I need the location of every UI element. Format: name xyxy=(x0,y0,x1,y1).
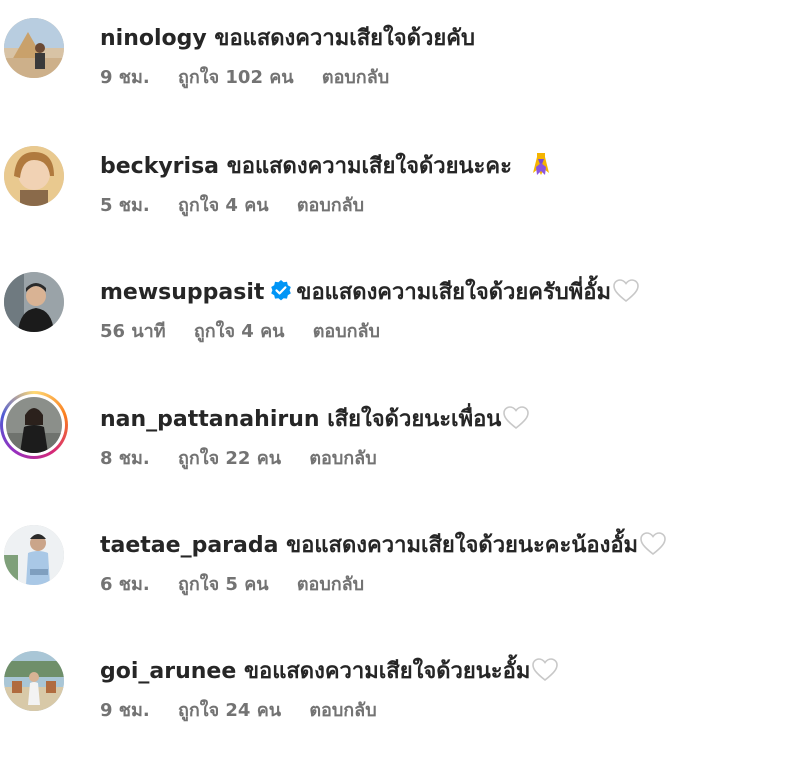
comment-time[interactable]: 8 ชม. xyxy=(100,448,150,469)
comment-item: ninology ขอแสดงความเสียใจด้วยคับ 9 ชม. ถ… xyxy=(0,18,800,132)
comment-list: ninology ขอแสดงความเสียใจด้วยคับ 9 ชม. ถ… xyxy=(0,0,800,736)
ribbon-icon xyxy=(530,153,552,177)
username-link[interactable]: ninology xyxy=(100,26,207,51)
comment-item: taetae_parada ขอแสดงความเสียใจด้วยนะคะน้… xyxy=(0,525,800,639)
username-link[interactable]: nan_pattanahirun xyxy=(100,407,320,432)
comment-text: เสียใจด้วยนะเพื่อน xyxy=(327,407,502,432)
verified-badge-icon xyxy=(270,279,292,301)
comment-meta: 9 ชม. ถูกใจ 102 คน ตอบกลับ xyxy=(100,66,411,90)
reply-button[interactable]: ตอบกลับ xyxy=(297,195,364,216)
comment-item: beckyrisa ขอแสดงความเสียใจด้วยนะคะ 5 ชม.… xyxy=(0,146,800,260)
like-count[interactable]: ถูกใจ 4 คน xyxy=(178,195,269,216)
like-count[interactable]: ถูกใจ 4 คน xyxy=(194,321,285,342)
like-count[interactable]: ถูกใจ 22 คน xyxy=(178,448,281,469)
comment-line: taetae_parada ขอแสดงความเสียใจด้วยนะคะน้… xyxy=(100,529,666,563)
white-heart-icon xyxy=(532,658,559,682)
avatar[interactable] xyxy=(4,272,64,332)
avatar[interactable] xyxy=(4,146,64,206)
comment-time[interactable]: 9 ชม. xyxy=(100,700,150,721)
comment-item: goi_arunee ขอแสดงความเสียใจด้วยนะอั้ม 9 … xyxy=(0,651,800,765)
reply-button[interactable]: ตอบกลับ xyxy=(313,321,380,342)
comment-text: ขอแสดงความเสียใจด้วยนะคะ xyxy=(226,154,512,179)
comment-meta: 6 ชม. ถูกใจ 5 คน ตอบกลับ xyxy=(100,573,386,597)
white-heart-icon xyxy=(613,279,639,303)
comment-time[interactable]: 56 นาที xyxy=(100,321,166,342)
like-count[interactable]: ถูกใจ 102 คน xyxy=(178,67,294,88)
username-link[interactable]: mewsuppasit xyxy=(100,280,264,305)
white-heart-icon xyxy=(503,406,530,430)
comment-item: nan_pattanahirun เสียใจด้วยนะเพื่อน 8 ชม… xyxy=(0,391,800,513)
comment-line: ninology ขอแสดงความเสียใจด้วยคับ xyxy=(100,22,475,56)
reply-button[interactable]: ตอบกลับ xyxy=(309,448,376,469)
comment-meta: 9 ชม. ถูกใจ 24 คน ตอบกลับ xyxy=(100,699,399,723)
like-count[interactable]: ถูกใจ 24 คน xyxy=(178,700,281,721)
comment-text: ขอแสดงความเสียใจด้วยครับพี่อั้ม xyxy=(296,280,611,305)
comment-meta: 5 ชม. ถูกใจ 4 คน ตอบกลับ xyxy=(100,194,386,218)
comment-time[interactable]: 9 ชม. xyxy=(100,67,150,88)
avatar-with-story-ring[interactable] xyxy=(0,391,68,459)
comment-line: nan_pattanahirun เสียใจด้วยนะเพื่อน xyxy=(100,403,530,437)
avatar[interactable] xyxy=(4,18,64,78)
comment-time[interactable]: 6 ชม. xyxy=(100,574,150,595)
comment-line: mewsuppasit ขอแสดงความเสียใจด้วยครับพี่อั… xyxy=(100,276,639,310)
reply-button[interactable]: ตอบกลับ xyxy=(322,67,389,88)
username-link[interactable]: taetae_parada xyxy=(100,533,278,558)
comment-item: mewsuppasit ขอแสดงความเสียใจด้วยครับพี่อั… xyxy=(0,272,800,386)
comment-line: beckyrisa ขอแสดงความเสียใจด้วยนะคะ xyxy=(100,150,552,184)
comment-meta: 8 ชม. ถูกใจ 22 คน ตอบกลับ xyxy=(100,447,399,471)
username-link[interactable]: beckyrisa xyxy=(100,154,219,179)
comment-text: ขอแสดงความเสียใจด้วยนะอั้ม xyxy=(243,659,531,684)
comment-text: ขอแสดงความเสียใจด้วยคับ xyxy=(214,26,475,51)
white-heart-icon xyxy=(640,532,666,556)
comment-meta: 56 นาที ถูกใจ 4 คน ตอบกลับ xyxy=(100,320,402,344)
reply-button[interactable]: ตอบกลับ xyxy=(297,574,364,595)
comment-time[interactable]: 5 ชม. xyxy=(100,195,150,216)
comment-text: ขอแสดงความเสียใจด้วยนะคะน้องอั้ม xyxy=(286,533,639,558)
avatar[interactable] xyxy=(4,651,64,711)
username-link[interactable]: goi_arunee xyxy=(100,659,236,684)
avatar[interactable] xyxy=(4,525,64,585)
comment-line: goi_arunee ขอแสดงความเสียใจด้วยนะอั้ม xyxy=(100,655,559,689)
reply-button[interactable]: ตอบกลับ xyxy=(309,700,376,721)
like-count[interactable]: ถูกใจ 5 คน xyxy=(178,574,269,595)
